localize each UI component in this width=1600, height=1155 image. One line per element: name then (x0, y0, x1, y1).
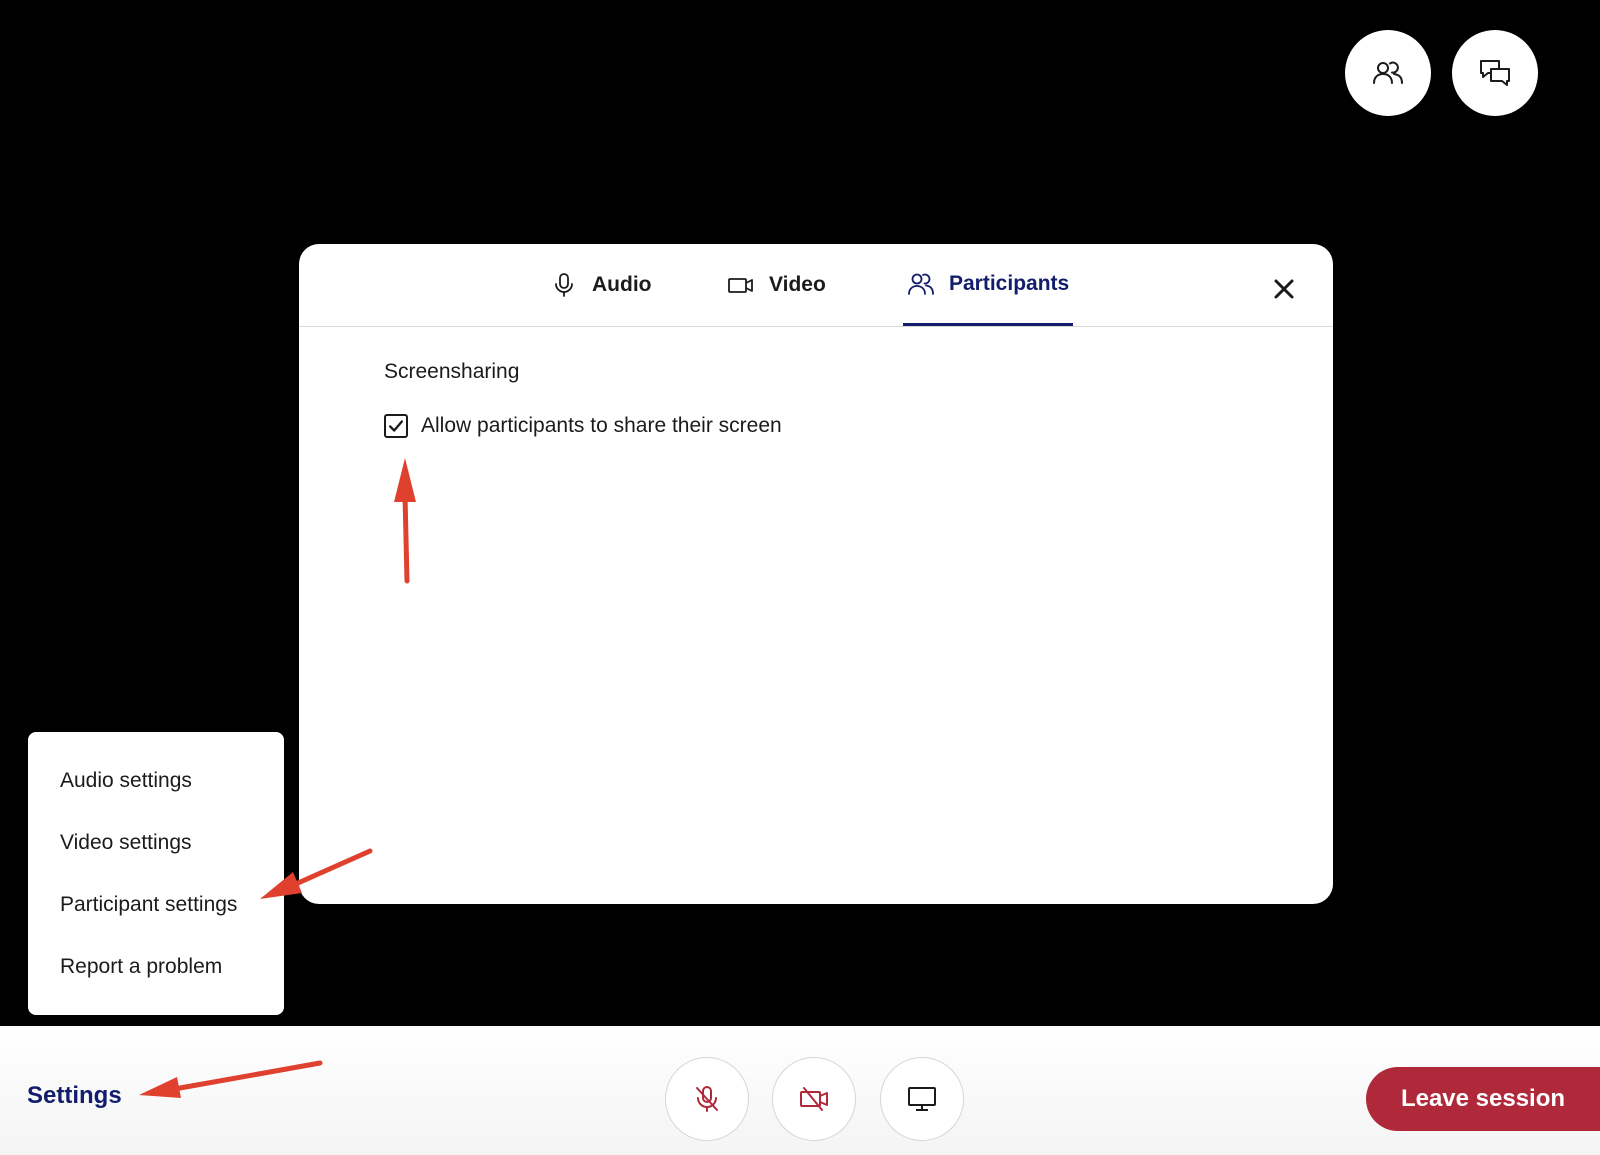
tab-video-label: Video (769, 273, 826, 296)
mute-microphone-button[interactable] (665, 1057, 749, 1141)
tab-participants[interactable]: Participants (903, 244, 1074, 326)
settings-menu: Audio settings Video settings Participan… (28, 732, 284, 1015)
allow-screenshare-checkbox[interactable] (384, 414, 408, 438)
screen-share-button[interactable] (880, 1057, 964, 1141)
allow-screenshare-option[interactable]: Allow participants to share their screen (384, 414, 782, 438)
camera-off-button[interactable] (772, 1057, 856, 1141)
menu-item-participant-settings[interactable]: Participant settings (28, 874, 284, 936)
section-title: Screensharing (384, 360, 520, 383)
tab-video[interactable]: Video (727, 244, 826, 326)
monitor-icon (908, 1087, 936, 1111)
chat-toggle-button[interactable] (1452, 30, 1538, 116)
modal-tab-bar: Audio Video Participants (299, 244, 1333, 327)
participants-icon (1373, 61, 1403, 84)
settings-modal: Audio Video Participants Screensharing A… (299, 244, 1333, 904)
video-camera-off-icon (800, 1087, 828, 1111)
participants-toggle-button[interactable] (1345, 30, 1431, 116)
video-camera-icon (728, 278, 753, 293)
tab-audio[interactable]: Audio (550, 244, 651, 326)
settings-button[interactable]: Settings (27, 1082, 122, 1110)
menu-item-report-problem[interactable]: Report a problem (28, 936, 284, 998)
participants-icon (908, 273, 934, 295)
close-icon[interactable] (1271, 276, 1297, 302)
microphone-off-icon (696, 1086, 718, 1112)
chat-icon (1480, 60, 1510, 86)
checkbox-label: Allow participants to share their screen (421, 414, 782, 437)
menu-item-audio-settings[interactable]: Audio settings (28, 750, 284, 812)
tab-participants-label: Participants (949, 271, 1070, 295)
microphone-icon (555, 273, 573, 297)
menu-item-video-settings[interactable]: Video settings (28, 812, 284, 874)
leave-session-button[interactable]: Leave session (1366, 1067, 1600, 1131)
checkmark-icon (388, 420, 404, 432)
tab-audio-label: Audio (592, 273, 652, 296)
